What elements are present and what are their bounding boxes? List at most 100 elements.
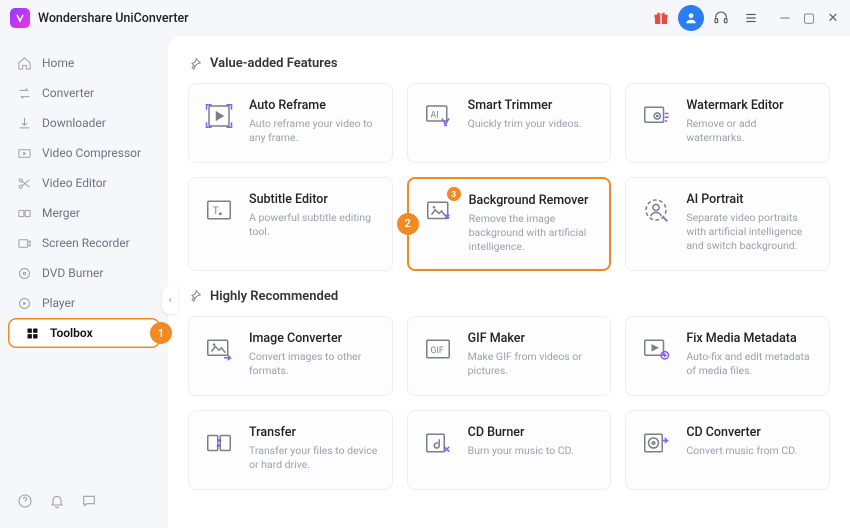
card-gif-maker[interactable]: GIF GIF MakerMake GIF from videos or pic…: [407, 316, 612, 396]
compress-icon: [16, 145, 32, 161]
card-desc: Convert music from CD.: [686, 444, 815, 458]
sidebar-item-downloader[interactable]: Downloader: [0, 108, 168, 138]
card-desc: Auto reframe your video to any frame.: [249, 117, 378, 145]
card-title: Auto Reframe: [249, 98, 378, 113]
card-cd-converter[interactable]: CD Converter Convert music from CD.: [625, 410, 830, 490]
card-auto-reframe[interactable]: Auto Reframe Auto reframe your video to a…: [188, 83, 393, 163]
card-desc: Burn your music to CD.: [468, 444, 597, 458]
headset-icon[interactable]: [708, 5, 734, 31]
card-title: Watermark Editor: [686, 98, 815, 113]
maximize-button[interactable]: ▢: [802, 11, 816, 25]
sidebar-item-home[interactable]: Home: [0, 48, 168, 78]
minimize-button[interactable]: ─: [778, 11, 792, 25]
card-desc: Quickly trim your videos.: [468, 117, 597, 131]
card-desc: Make GIF from videos or pictures.: [468, 350, 597, 378]
card-desc: Auto-fix and edit metadata of media file…: [686, 350, 815, 378]
card-title: Image Converter: [249, 331, 378, 346]
home-icon: [16, 55, 32, 71]
card-cd-burner[interactable]: CD Burner Burn your music to CD.: [407, 410, 612, 490]
main-panel: Value-added Features Auto Reframe Auto re…: [168, 36, 850, 528]
convert-icon: [16, 85, 32, 101]
close-button[interactable]: ✕: [826, 11, 840, 25]
card-desc: Separate video portraits with artificial…: [686, 211, 815, 254]
step-badge-3: 3: [447, 187, 461, 201]
cd-convert-icon: [638, 425, 674, 461]
card-ai-portrait[interactable]: AI Portrait Separate video portraits with…: [625, 177, 830, 271]
sidebar-item-label: DVD Burner: [42, 266, 103, 280]
sidebar-item-video-editor[interactable]: Video Editor: [0, 168, 168, 198]
card-desc: A powerful subtitle editing tool.: [249, 211, 378, 239]
pin-icon: [188, 289, 202, 303]
grid-icon: [24, 325, 40, 341]
window-controls: ─ ▢ ✕: [778, 11, 840, 25]
card-title: Transfer: [249, 425, 378, 440]
reframe-icon: [201, 98, 237, 134]
app-logo: [10, 8, 30, 28]
sidebar-item-toolbox[interactable]: Toolbox 1: [8, 318, 160, 348]
card-fix-metadata[interactable]: Fix Media Metadata Auto-fix and edit meta…: [625, 316, 830, 396]
play-icon: [16, 295, 32, 311]
sidebar-item-dvd-burner[interactable]: DVD Burner: [0, 258, 168, 288]
bell-icon[interactable]: [48, 492, 66, 510]
sidebar-item-label: Video Editor: [42, 176, 107, 190]
recommended-grid: Image Converter Convert images to other f…: [188, 316, 830, 490]
card-background-remover[interactable]: 2 3 Background RemoverRemove the image b…: [407, 177, 612, 271]
scissors-icon: [16, 175, 32, 191]
card-title: Subtitle Editor: [249, 192, 378, 207]
feedback-icon[interactable]: [80, 492, 98, 510]
sidebar-item-converter[interactable]: Converter: [0, 78, 168, 108]
card-title: Background Remover: [469, 193, 596, 208]
card-title: CD Converter: [686, 425, 815, 440]
disc-icon: [16, 265, 32, 281]
sidebar: Home Converter Downloader Video Compress…: [0, 36, 168, 528]
sidebar-item-label: Home: [42, 56, 74, 70]
card-desc: Transfer your files to device or hard dr…: [249, 444, 378, 472]
sidebar-item-label: Converter: [42, 86, 94, 100]
sidebar-footer: [0, 482, 168, 520]
trimmer-icon: AI: [420, 98, 456, 134]
card-watermark-editor[interactable]: Watermark Editor Remove or add watermarks…: [625, 83, 830, 163]
section-title: Value-added Features: [210, 56, 338, 71]
sidebar-item-merger[interactable]: Merger: [0, 198, 168, 228]
sidebar-item-label: Video Compressor: [42, 146, 141, 160]
card-title: CD Burner: [468, 425, 597, 440]
step-badge-2: 2: [397, 213, 419, 235]
card-subtitle-editor[interactable]: T Subtitle Editor A powerful subtitle edi…: [188, 177, 393, 271]
card-title: Fix Media Metadata: [686, 331, 815, 346]
help-icon[interactable]: [16, 492, 34, 510]
image-convert-icon: [201, 331, 237, 367]
section-title: Highly Recommended: [210, 289, 338, 304]
collapse-toggle[interactable]: ‹: [162, 286, 178, 314]
card-title: Smart Trimmer: [468, 98, 597, 113]
subtitle-icon: T: [201, 192, 237, 228]
sidebar-item-player[interactable]: Player: [0, 288, 168, 318]
metadata-icon: [638, 331, 674, 367]
sidebar-item-video-compressor[interactable]: Video Compressor: [0, 138, 168, 168]
card-image-converter[interactable]: Image Converter Convert images to other f…: [188, 316, 393, 396]
record-icon: [16, 235, 32, 251]
sidebar-item-label: Merger: [42, 206, 80, 220]
sidebar-item-label: Player: [42, 296, 75, 310]
card-desc: Convert images to other formats.: [249, 350, 378, 378]
card-title: GIF Maker: [468, 331, 597, 346]
portrait-icon: [638, 192, 674, 228]
app-title: Wondershare UniConverter: [38, 11, 189, 26]
gift-icon[interactable]: [648, 5, 674, 31]
bg-remover-icon: 3: [421, 193, 457, 229]
menu-icon[interactable]: [738, 5, 764, 31]
sidebar-item-screen-recorder[interactable]: Screen Recorder: [0, 228, 168, 258]
titlebar: Wondershare UniConverter ─ ▢ ✕: [0, 0, 850, 36]
card-title: AI Portrait: [686, 192, 815, 207]
card-desc: Remove or add watermarks.: [686, 117, 815, 145]
sidebar-item-label: Downloader: [42, 116, 106, 130]
merge-icon: [16, 205, 32, 221]
cd-burn-icon: [420, 425, 456, 461]
section-header-value-added: Value-added Features: [188, 56, 830, 71]
step-badge-1: 1: [150, 322, 172, 344]
user-icon[interactable]: [678, 5, 704, 31]
svg-text:AI: AI: [430, 110, 438, 120]
card-transfer[interactable]: Transfer Transfer your files to device or…: [188, 410, 393, 490]
card-smart-trimmer[interactable]: AI Smart Trimmer Quickly trim your videos…: [407, 83, 612, 163]
svg-text:T: T: [213, 206, 219, 217]
download-icon: [16, 115, 32, 131]
